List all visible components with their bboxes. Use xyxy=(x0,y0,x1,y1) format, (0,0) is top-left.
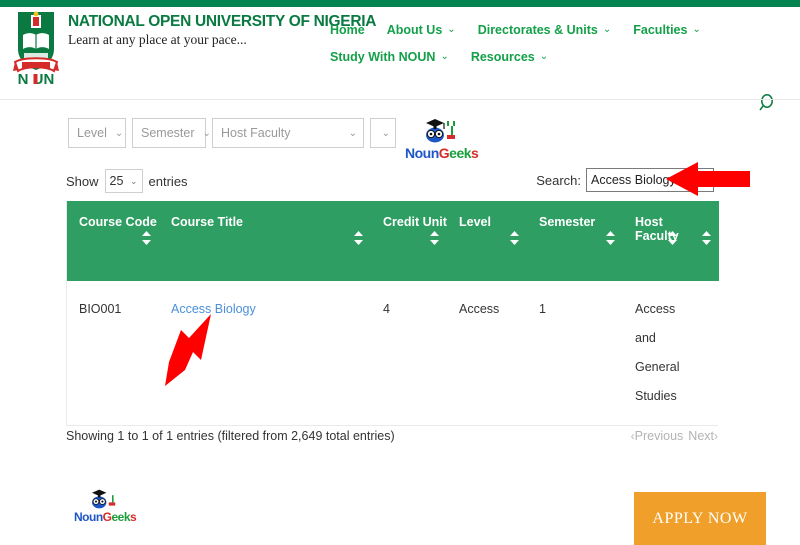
column-header-course-code-label: Course Code xyxy=(79,215,157,229)
column-header-course-code[interactable]: Course Code xyxy=(67,201,159,281)
level-filter-select[interactable]: Level ⌄ xyxy=(68,118,126,148)
noungeeks-part-3: eek xyxy=(111,510,131,524)
noungeeks-part-2: G xyxy=(102,510,112,524)
site-header: N UN NATIONAL OPEN UNIVERSITY OF NIGERIA… xyxy=(0,7,800,92)
pagination-controls: ‹ Previous Next › xyxy=(631,429,718,443)
show-entries-label: Show xyxy=(66,173,99,189)
noungeeks-part-2: G xyxy=(438,145,450,161)
cell-course-code: BIO001 xyxy=(67,281,159,425)
pagination-previous-button[interactable]: Previous xyxy=(635,429,684,443)
column-header-semester-label: Semester xyxy=(539,215,596,229)
table-header-row: Course Code Course Title Credit Unit Lev… xyxy=(67,201,719,281)
search-icon[interactable] xyxy=(756,93,776,113)
nav-item-study-with-noun-label: Study With NOUN xyxy=(330,50,436,64)
noungeeks-part-3: eek xyxy=(449,145,472,161)
chevron-down-icon: ⌄ xyxy=(440,51,449,62)
sort-icon[interactable] xyxy=(668,231,677,245)
noungeeks-logo-footer: NounGeeks xyxy=(74,488,137,524)
column-header-host-faculty[interactable]: Host Faculty xyxy=(623,201,685,281)
course-title-link[interactable]: Access Biology xyxy=(171,302,256,316)
main-navigation: Home About Us ⌄ Directorates & Units ⌄ F… xyxy=(330,23,770,77)
nav-item-faculties[interactable]: Faculties ⌄ xyxy=(633,23,701,37)
chevron-right-icon: › xyxy=(714,429,718,443)
noun-crest-logo: N UN xyxy=(10,9,62,88)
chevron-down-icon: ⌄ xyxy=(129,175,138,186)
show-entries-control: Show 25 ⌄ entries xyxy=(66,169,188,193)
nav-item-about-us-label: About Us xyxy=(386,23,443,37)
noungeeks-wordmark: NounGeeks xyxy=(405,145,479,161)
noungeeks-part-1: Noun xyxy=(74,510,103,524)
nav-item-home-label: Home xyxy=(330,23,365,37)
column-header-level-label: Level xyxy=(459,215,491,229)
table-search-label: Search: xyxy=(536,172,581,188)
table-search-control: Search: xyxy=(536,168,714,192)
entries-per-page-select[interactable]: 25 ⌄ xyxy=(104,169,143,193)
cell-extra xyxy=(685,281,719,425)
sort-icon[interactable] xyxy=(510,231,519,245)
column-header-credit-unit[interactable]: Credit Unit xyxy=(371,201,447,281)
entries-per-page-value: 25 xyxy=(109,174,124,188)
nav-item-directorates-units-label: Directorates & Units xyxy=(477,23,598,37)
column-header-semester[interactable]: Semester xyxy=(527,201,623,281)
host-faculty-filter-value: Host Faculty xyxy=(221,126,291,140)
semester-filter-select[interactable]: Semester ⌄ xyxy=(132,118,211,148)
column-header-course-title-label: Course Title xyxy=(171,215,244,229)
nav-item-home[interactable]: Home xyxy=(330,23,365,37)
nav-row-secondary: Study With NOUN ⌄ Resources ⌄ xyxy=(330,50,770,64)
pagination-next-button[interactable]: Next xyxy=(688,429,714,443)
chevron-down-icon: ⌄ xyxy=(539,51,549,62)
nav-item-resources-label: Resources xyxy=(470,50,535,64)
chevron-down-icon: ⌄ xyxy=(114,127,124,139)
sort-icon[interactable] xyxy=(606,231,615,245)
courses-table-head: Course Code Course Title Credit Unit Lev… xyxy=(67,201,719,281)
nav-item-about-us[interactable]: About Us ⌄ xyxy=(387,23,456,37)
cell-course-title: Access Biology xyxy=(159,281,371,425)
sort-icon[interactable] xyxy=(354,231,363,245)
filter-bar: Level ⌄ Semester ⌄ Host Faculty ⌄ ⌄ xyxy=(68,118,402,148)
column-header-credit-unit-label: Credit Unit xyxy=(383,215,447,229)
entries-suffix-label: entries xyxy=(148,173,188,189)
noungeeks-part-4: s xyxy=(471,145,479,161)
nav-item-resources[interactable]: Resources ⌄ xyxy=(471,50,548,64)
nav-row-primary: Home About Us ⌄ Directorates & Units ⌄ F… xyxy=(330,23,770,37)
chevron-down-icon: ⌄ xyxy=(348,127,357,139)
chevron-down-icon: ⌄ xyxy=(447,24,456,35)
courses-table: Course Code Course Title Credit Unit Lev… xyxy=(67,201,719,425)
noungeeks-part-4: s xyxy=(130,510,137,524)
level-filter-value: Level xyxy=(77,126,107,140)
semester-filter-value: Semester xyxy=(141,126,195,140)
noungeeks-wordmark-footer: NounGeeks xyxy=(74,510,137,524)
courses-table-body: BIO001 Access Biology 4 Access 1 Access … xyxy=(67,281,719,425)
sort-icon[interactable] xyxy=(430,231,439,245)
noungeeks-logo: NounGeeks xyxy=(405,117,479,161)
chevron-down-icon: ⌄ xyxy=(602,24,612,35)
cell-credit-unit: 4 xyxy=(371,281,447,425)
chevron-down-icon: ⌄ xyxy=(202,127,211,139)
courses-table-container: Course Code Course Title Credit Unit Lev… xyxy=(66,201,719,426)
cell-level: Access xyxy=(447,281,527,425)
sort-icon[interactable] xyxy=(142,231,151,245)
host-faculty-filter-select[interactable]: Host Faculty ⌄ xyxy=(212,118,364,148)
nav-item-directorates-units[interactable]: Directorates & Units ⌄ xyxy=(478,23,612,37)
chevron-down-icon: ⌄ xyxy=(381,127,390,139)
table-row: BIO001 Access Biology 4 Access 1 Access … xyxy=(67,281,719,425)
cell-host-faculty: Access and General Studies xyxy=(623,281,685,425)
extra-filter-select[interactable]: ⌄ xyxy=(370,118,396,148)
top-accent-bar xyxy=(0,0,800,7)
column-header-course-title[interactable]: Course Title xyxy=(159,201,371,281)
nav-item-faculties-label: Faculties xyxy=(633,23,688,37)
cell-semester: 1 xyxy=(527,281,623,425)
column-header-level[interactable]: Level xyxy=(447,201,527,281)
column-header-extra[interactable] xyxy=(685,201,719,281)
search-input[interactable] xyxy=(586,168,714,192)
header-divider xyxy=(0,99,800,100)
sort-icon[interactable] xyxy=(702,231,711,245)
noungeeks-part-1: Noun xyxy=(405,145,439,161)
chevron-down-icon: ⌄ xyxy=(692,24,701,35)
nav-item-study-with-noun[interactable]: Study With NOUN ⌄ xyxy=(330,50,449,64)
table-info-text: Showing 1 to 1 of 1 entries (filtered fr… xyxy=(66,429,395,443)
apply-now-button[interactable]: APPLY NOW xyxy=(634,492,766,545)
brand-block[interactable]: N UN NATIONAL OPEN UNIVERSITY OF NIGERIA… xyxy=(10,9,376,88)
